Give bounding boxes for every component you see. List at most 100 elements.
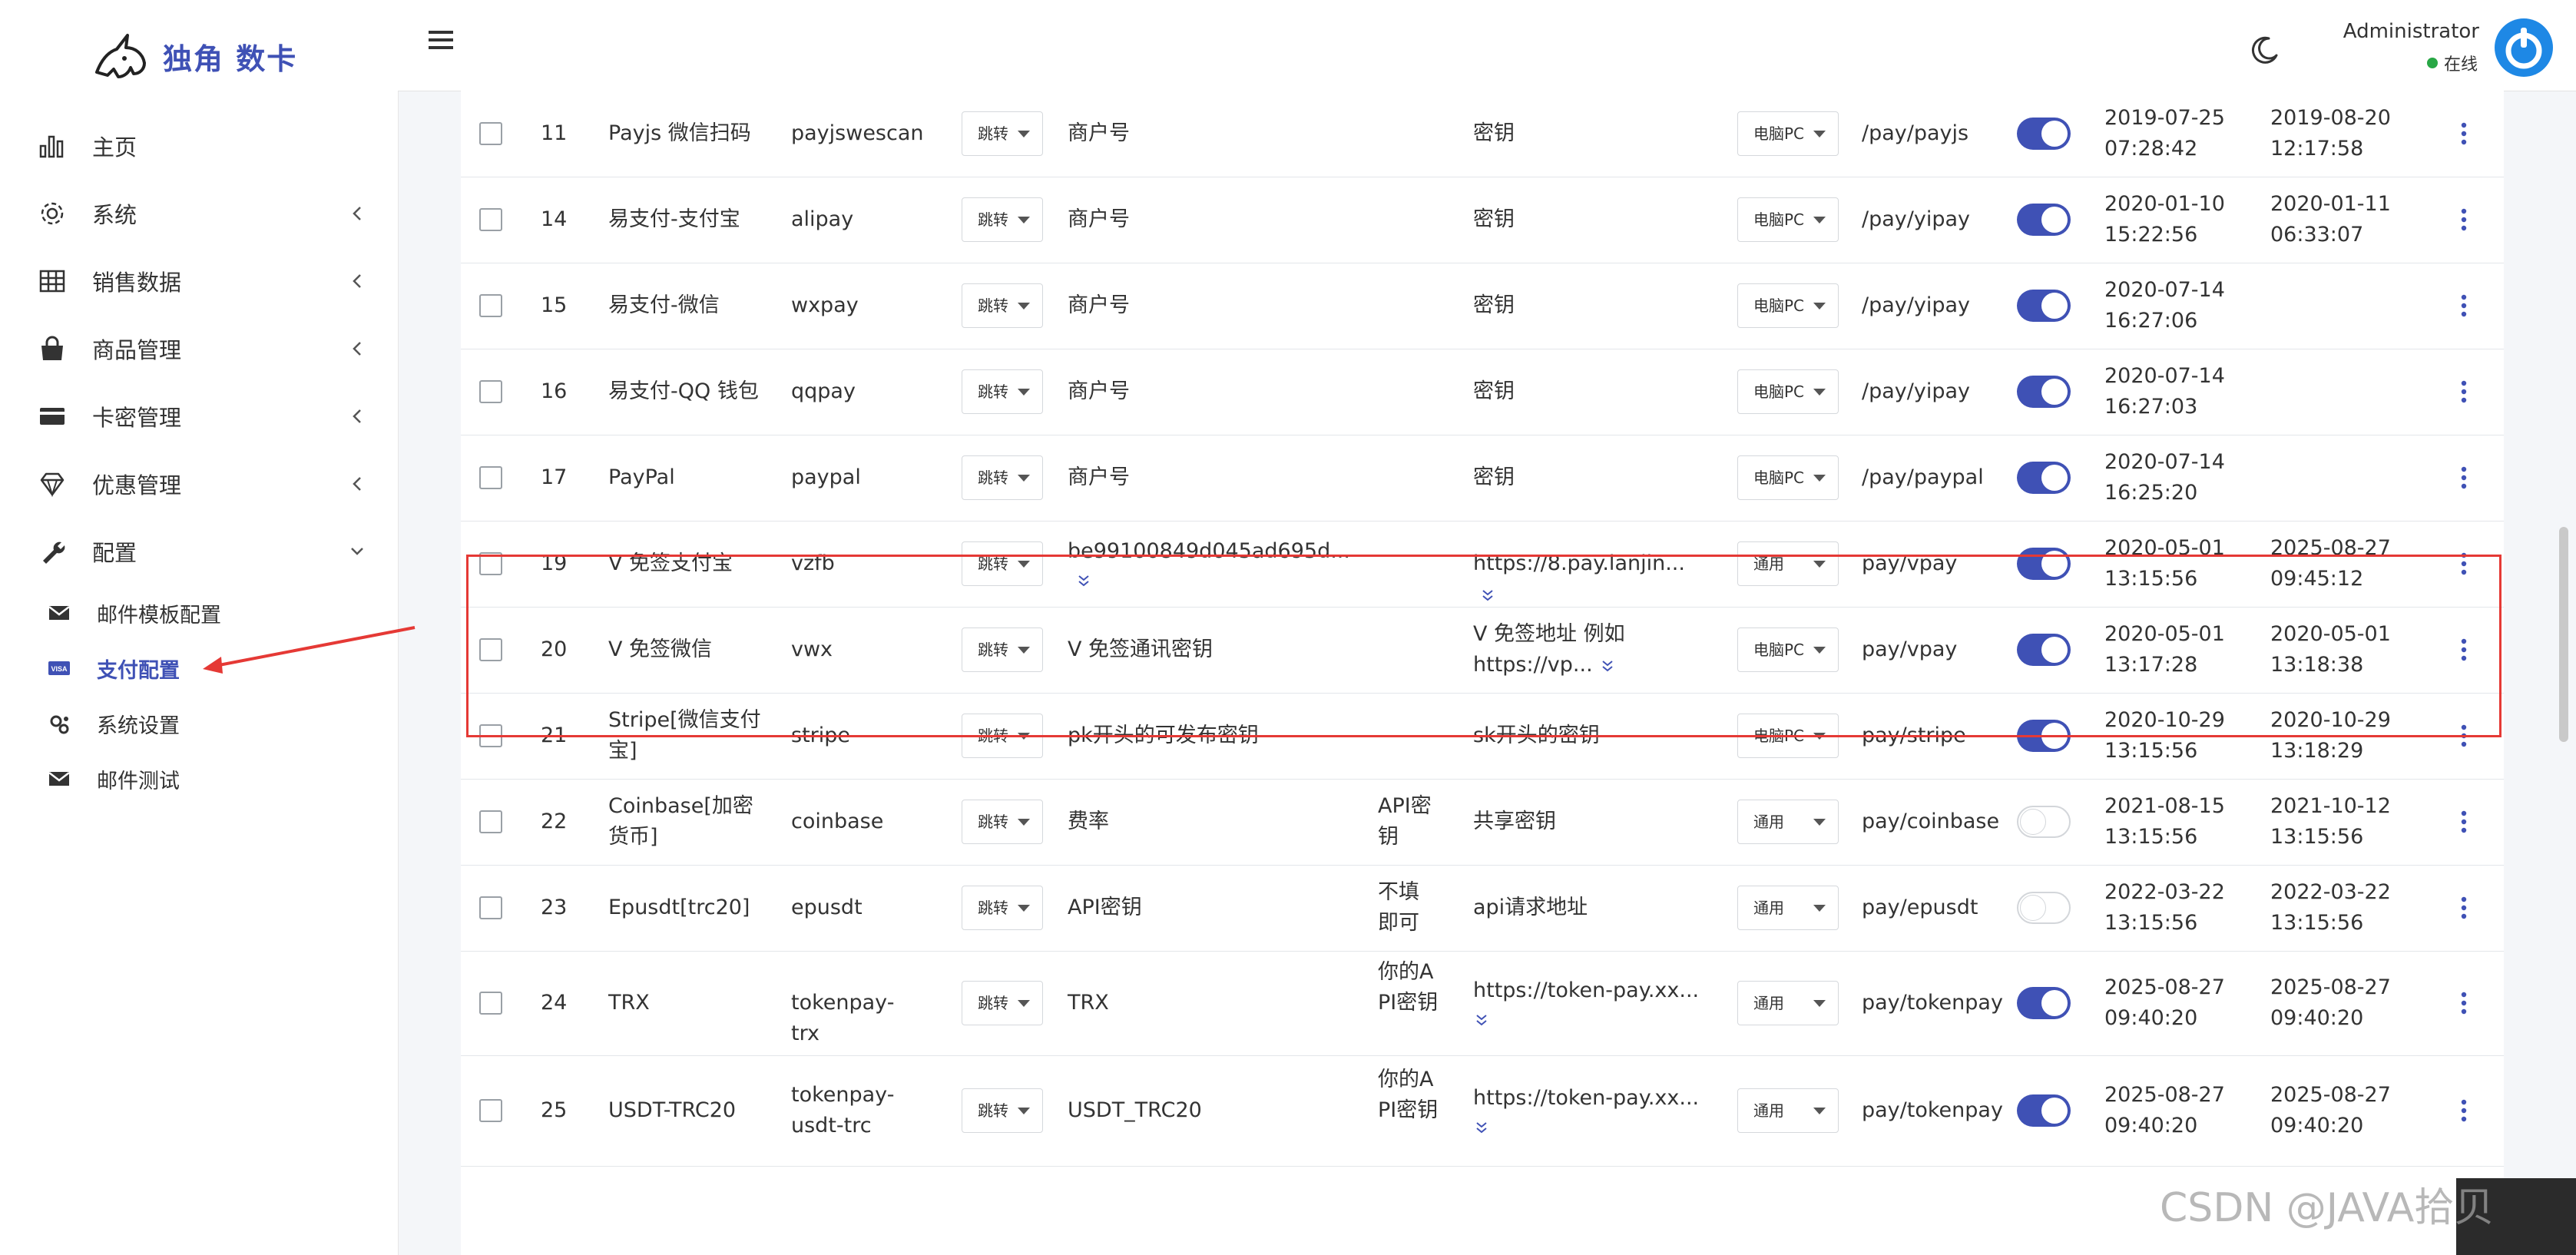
sidebar-item-2[interactable]: 销售数据 [0, 247, 398, 315]
row-select-checkbox[interactable] [479, 724, 502, 747]
expand-chevrons-icon[interactable] [1475, 1121, 1488, 1134]
brand[interactable]: 独角 数卡 [91, 29, 297, 83]
expand-chevrons-icon[interactable] [1077, 575, 1091, 587]
row-select-checkbox[interactable] [479, 896, 502, 919]
row-created: 2025-08-27 09:40:20 [2104, 972, 2266, 1034]
more-options-icon[interactable] [2461, 380, 2467, 403]
vertical-scrollbar[interactable] [2559, 527, 2568, 742]
hamburger-menu-icon[interactable] [429, 29, 453, 51]
sidebar-subitem-2[interactable]: 系统设置 [0, 696, 398, 751]
enable-toggle[interactable] [2017, 376, 2071, 408]
client-select[interactable]: 电脑PC [1737, 455, 1839, 500]
toggle-knob [2041, 551, 2068, 577]
method-select[interactable]: 跳转 [962, 628, 1043, 672]
more-options-icon[interactable] [2461, 122, 2467, 145]
envelope-icon [48, 772, 70, 786]
row-select-checkbox[interactable] [479, 1099, 502, 1122]
row-id-text: 17 [541, 465, 568, 489]
enable-toggle[interactable] [2017, 1094, 2071, 1127]
row-created-date: 2022-03-22 [2104, 880, 2225, 904]
enable-toggle[interactable] [2017, 204, 2071, 236]
method-select[interactable]: 跳转 [962, 283, 1043, 328]
toggle-knob [2041, 723, 2068, 749]
method-select[interactable]: 跳转 [962, 197, 1043, 242]
expand-chevrons-icon[interactable] [1475, 1014, 1488, 1026]
more-options-icon[interactable] [2461, 294, 2467, 317]
row-secret: sk开头的密钥 [1473, 720, 1704, 751]
enable-toggle[interactable] [2017, 892, 2071, 924]
client-select[interactable]: 通用 [1737, 886, 1839, 930]
client-select[interactable]: 通用 [1737, 800, 1839, 844]
row-updated-time: 06:33:07 [2270, 223, 2364, 247]
row-select-checkbox[interactable] [479, 552, 502, 575]
more-options-icon[interactable] [2461, 810, 2467, 833]
client-select[interactable]: 电脑PC [1737, 369, 1839, 414]
sidebar-item-1[interactable]: 系统 [0, 180, 398, 247]
method-select[interactable]: 跳转 [962, 1088, 1043, 1133]
user-name[interactable]: Administrator [2343, 20, 2479, 43]
avatar[interactable] [2493, 17, 2554, 78]
row-select-checkbox[interactable] [479, 992, 502, 1015]
row-route: /pay/yipay [1862, 204, 2008, 235]
method-select[interactable]: 跳转 [962, 981, 1043, 1025]
sidebar-item-5[interactable]: 优惠管理 [0, 450, 398, 518]
client-select[interactable]: 电脑PC [1737, 283, 1839, 328]
sidebar-item-3[interactable]: 商品管理 [0, 315, 398, 382]
expand-chevrons-icon[interactable] [1601, 660, 1614, 672]
row-select-checkbox[interactable] [479, 122, 502, 145]
enable-toggle[interactable] [2017, 806, 2071, 838]
row-select-checkbox[interactable] [479, 810, 502, 833]
client-select[interactable]: 电脑PC [1737, 714, 1839, 758]
row-created-date: 2025-08-27 [2104, 975, 2225, 999]
row-merchant-id: 费率 [1068, 806, 1359, 837]
method-select[interactable]: 跳转 [962, 111, 1043, 156]
method-select[interactable]: 跳转 [962, 714, 1043, 758]
dark-mode-moon-icon[interactable] [2250, 35, 2280, 65]
enable-toggle[interactable] [2017, 462, 2071, 494]
method-select[interactable]: 跳转 [962, 541, 1043, 586]
method-select[interactable]: 跳转 [962, 455, 1043, 500]
method-select[interactable]: 跳转 [962, 800, 1043, 844]
enable-toggle[interactable] [2017, 290, 2071, 322]
client-select[interactable]: 通用 [1737, 981, 1839, 1025]
toggle-knob [2041, 637, 2068, 663]
row-merchant-id-text: 商户号 [1068, 207, 1130, 231]
method-select[interactable]: 跳转 [962, 886, 1043, 930]
more-options-icon[interactable] [2461, 208, 2467, 231]
row-secret-text: 密钥 [1473, 293, 1515, 317]
method-select-value: 跳转 [978, 813, 1008, 831]
expand-chevrons-icon[interactable] [1481, 589, 1495, 601]
more-options-icon[interactable] [2461, 992, 2467, 1015]
more-options-icon[interactable] [2461, 466, 2467, 489]
client-select[interactable]: 电脑PC [1737, 197, 1839, 242]
row-select-checkbox[interactable] [479, 380, 502, 403]
sidebar-item-4[interactable]: 卡密管理 [0, 382, 398, 450]
row-select-checkbox[interactable] [479, 294, 502, 317]
enable-toggle[interactable] [2017, 634, 2071, 666]
more-options-icon[interactable] [2461, 638, 2467, 661]
method-select-value: 跳转 [978, 469, 1008, 487]
sidebar-item-0[interactable]: 主页 [0, 112, 398, 180]
more-options-icon[interactable] [2461, 724, 2467, 747]
row-name: Epusdt[trc20] [608, 892, 770, 923]
row-select-checkbox[interactable] [479, 466, 502, 489]
row-select-checkbox[interactable] [479, 638, 502, 661]
sidebar-item-6[interactable]: 配置 [0, 518, 398, 585]
client-select[interactable]: 电脑PC [1737, 111, 1839, 156]
caret-down-icon [1018, 819, 1030, 826]
enable-toggle[interactable] [2017, 548, 2071, 580]
enable-toggle[interactable] [2017, 118, 2071, 150]
enable-toggle[interactable] [2017, 720, 2071, 752]
row-select-checkbox[interactable] [479, 208, 502, 231]
method-select[interactable]: 跳转 [962, 369, 1043, 414]
row-check-text: epusdt [791, 896, 863, 919]
more-options-icon[interactable] [2461, 552, 2467, 575]
sidebar-subitem-3[interactable]: 邮件测试 [0, 751, 398, 806]
more-options-icon[interactable] [2461, 1099, 2467, 1122]
enable-toggle[interactable] [2017, 987, 2071, 1019]
client-select[interactable]: 通用 [1737, 1088, 1839, 1133]
client-select[interactable]: 通用 [1737, 541, 1839, 586]
row-name: USDT-TRC20 [608, 1095, 770, 1126]
more-options-icon[interactable] [2461, 896, 2467, 919]
client-select[interactable]: 电脑PC [1737, 628, 1839, 672]
